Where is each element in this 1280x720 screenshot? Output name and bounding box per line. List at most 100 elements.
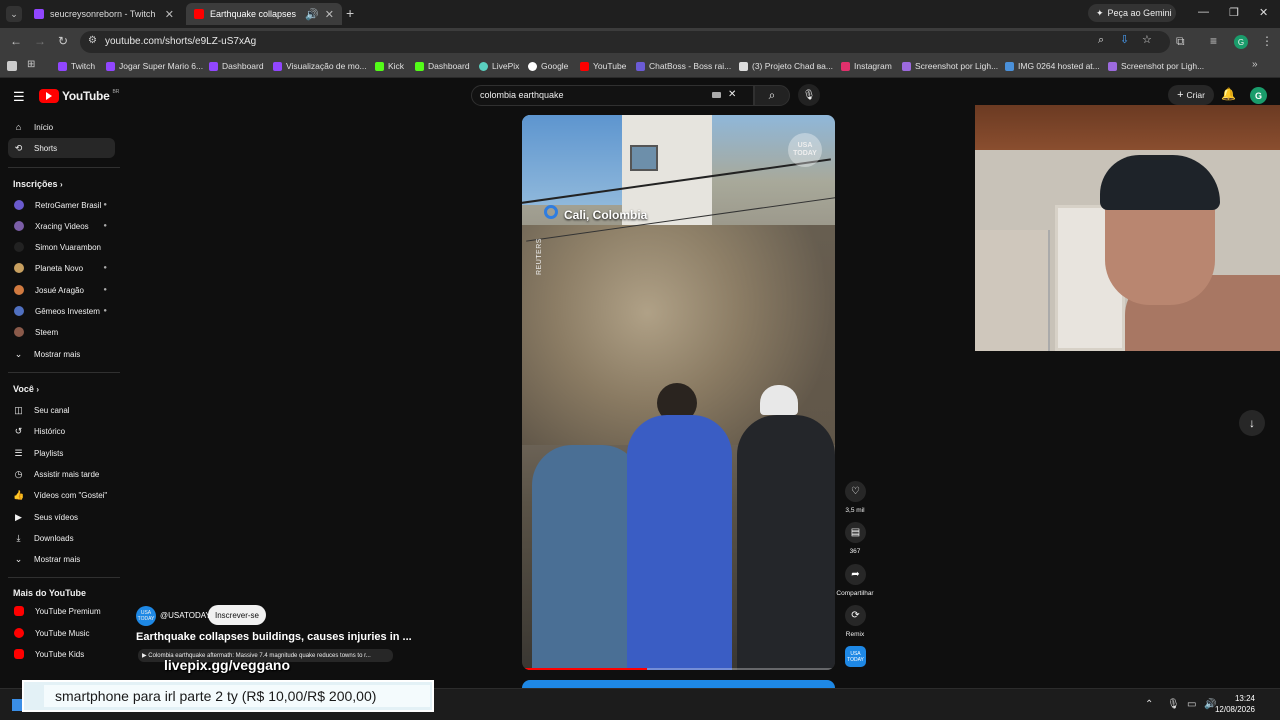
close-tab-icon[interactable]: ✕ xyxy=(325,8,334,21)
tray-chevron-up-icon[interactable]: ⌃ xyxy=(1145,699,1153,710)
tab-groups-icon[interactable] xyxy=(7,61,17,71)
restore-icon[interactable]: ❐ xyxy=(1229,6,1239,19)
sidebar-item-youtube-premium[interactable]: YouTube Premium xyxy=(8,601,115,621)
sidebar-item-label: YouTube Premium xyxy=(35,606,101,616)
audio-playing-icon[interactable]: 🔊 xyxy=(305,8,319,21)
hamburger-menu-icon[interactable]: ☰ xyxy=(13,89,25,105)
short-title[interactable]: Earthquake collapses buildings, causes i… xyxy=(136,631,412,643)
bookmark-item[interactable]: Kick xyxy=(375,61,404,71)
bookmark-item[interactable]: (3) Projeto Chad ва... xyxy=(739,61,833,71)
bookmark-item[interactable]: YouTube xyxy=(580,61,626,71)
create-button[interactable]: + Criar xyxy=(1168,85,1214,105)
sidebar-item-subscription[interactable]: RetroGamer Brasil ● xyxy=(8,195,115,215)
subscribe-button[interactable]: Inscrever-se xyxy=(208,605,266,625)
search-input[interactable]: colombia earthquake ✕ xyxy=(471,85,754,106)
close-window-icon[interactable]: ✕ xyxy=(1259,6,1268,19)
sidebar-item-subscription[interactable]: Xracing Videos ● xyxy=(8,216,115,236)
network-tray-icon[interactable]: ▭ xyxy=(1187,699,1196,710)
sidebar-item-label: Gêmeos Investem xyxy=(35,306,100,316)
site-info-icon[interactable]: ⚙ xyxy=(88,35,97,46)
voice-search-button[interactable]: 🎙 xyxy=(798,84,820,106)
tab-search-dropdown-icon[interactable]: ⌄ xyxy=(6,6,22,22)
keyboard-icon[interactable] xyxy=(712,92,721,98)
notifications-bell-icon[interactable]: 🔔 xyxy=(1221,87,1236,101)
sidebar-item-your-videos[interactable]: ▶ Seus vídeos xyxy=(8,507,115,527)
bookmark-item[interactable]: Instagram xyxy=(841,61,892,71)
microphone-tray-icon[interactable]: 🎙 xyxy=(1167,699,1180,710)
sidebar-item-shorts[interactable]: ⟲ Shorts xyxy=(8,138,115,158)
back-icon[interactable]: ← xyxy=(10,34,22,48)
bookmark-item[interactable]: Google xyxy=(528,61,568,71)
sidebar-item-home[interactable]: ⌂ Início xyxy=(8,117,115,137)
tab-twitch[interactable]: seucreysonreborn - Twitch ✕ xyxy=(26,3,182,25)
account-avatar[interactable]: G xyxy=(1250,87,1267,104)
home-icon: ⌂ xyxy=(15,122,22,132)
channel-handle[interactable]: @USATODAY xyxy=(160,611,211,620)
sidebar-item-label: Playlists xyxy=(34,448,64,458)
sidebar-item-subscription[interactable]: Josué Aragão ● xyxy=(8,280,115,300)
subscriptions-heading[interactable]: Inscrições › xyxy=(13,179,63,189)
bookmark-item[interactable]: ChatBoss - Boss rai... xyxy=(636,61,731,71)
menu-kebab-icon[interactable]: ⋮ xyxy=(1261,34,1273,48)
remix-button[interactable]: ⟳ xyxy=(845,605,866,626)
share-button[interactable]: ➦ xyxy=(845,564,866,585)
url-bar[interactable]: ⚙ youtube.com/shorts/e9LZ-uS7xAg ⌕ ⇩ ☆ xyxy=(80,31,1170,53)
short-video-player[interactable]: Cali, Colombia USA TODAY REUTERS xyxy=(522,115,835,670)
comments-button[interactable]: ▤ xyxy=(845,522,866,543)
reload-icon[interactable]: ↻ xyxy=(58,34,68,48)
sidebar-item-your-channel[interactable]: ◫ Seu canal xyxy=(8,400,115,420)
next-short-button[interactable]: ↓ xyxy=(1239,410,1265,436)
sidebar-item-subscription[interactable]: Simon Vuarambon xyxy=(8,237,115,257)
sidebar-item-downloads[interactable]: ⤓ Downloads xyxy=(8,528,115,548)
channel-avatar[interactable]: USA TODAY xyxy=(136,606,156,626)
gemini-button[interactable]: ✦ Peça ao Gemini xyxy=(1088,4,1176,22)
bookmark-item[interactable]: Twitch xyxy=(58,61,95,71)
sidebar-item-subscription[interactable]: Gêmeos Investem ● xyxy=(8,301,115,321)
bookmark-item[interactable]: LivePix xyxy=(479,61,519,71)
new-tab-icon[interactable]: + xyxy=(346,5,354,21)
show-more-subscriptions[interactable]: ⌄ Mostrar mais xyxy=(8,344,115,364)
bookmark-item[interactable]: Dashboard xyxy=(209,61,264,71)
sidebar-item-playlists[interactable]: ☰ Playlists xyxy=(8,443,115,463)
extensions-icon[interactable]: ⧉ xyxy=(1176,34,1185,49)
channel-thumbnail[interactable]: USA TODAY xyxy=(845,646,866,667)
sidebar-item-youtube-music[interactable]: YouTube Music xyxy=(8,623,115,643)
bookmark-item[interactable]: Screenshot por Ligh... xyxy=(1108,61,1204,71)
you-heading[interactable]: Você › xyxy=(13,384,39,394)
bookmark-item[interactable]: Jogar Super Mario 6... xyxy=(106,61,203,71)
sidebar-item-liked-videos[interactable]: 👍 Vídeos com "Gostei" xyxy=(8,485,115,505)
install-app-icon[interactable]: ⇩ xyxy=(1120,33,1129,46)
sidebar-item-history[interactable]: ↺ Histórico xyxy=(8,421,115,441)
sidebar-item-subscription[interactable]: Steem xyxy=(8,322,115,342)
clear-search-icon[interactable]: ✕ xyxy=(728,89,736,100)
apps-grid-icon[interactable]: ⊞ xyxy=(27,59,35,70)
heading-label: Inscrições xyxy=(13,179,58,189)
media-control-icon[interactable]: ≡ xyxy=(1210,34,1217,48)
bookmark-item[interactable]: IMG 0264 hosted at... xyxy=(1005,61,1100,71)
zoom-icon[interactable]: ⌕ xyxy=(1098,34,1104,47)
profile-avatar[interactable]: G xyxy=(1234,35,1248,49)
search-button[interactable]: ⌕ xyxy=(754,85,790,106)
video-progress-bar[interactable] xyxy=(522,668,835,670)
url-text[interactable]: youtube.com/shorts/e9LZ-uS7xAg xyxy=(105,36,256,47)
bookmark-star-icon[interactable]: ☆ xyxy=(1142,33,1152,46)
bookmark-item[interactable]: Dashboard xyxy=(415,61,470,71)
more-bookmarks-icon[interactable]: » xyxy=(1252,59,1258,70)
bookmark-item[interactable]: Visualização de mo... xyxy=(273,61,367,71)
playlists-icon: ☰ xyxy=(14,447,23,458)
bookmark-favicon-icon xyxy=(375,61,384,71)
sidebar-item-label: Downloads xyxy=(34,533,74,543)
bookmark-item[interactable]: Screenshot por Ligh... xyxy=(902,61,998,71)
sidebar-item-watch-later[interactable]: ◷ Assistir mais tarde xyxy=(8,464,115,484)
tab-youtube-active[interactable]: Earthquake collapses buildi 🔊 ✕ xyxy=(186,3,342,25)
youtube-logo[interactable]: YouTube BR xyxy=(39,89,119,103)
sidebar-item-youtube-kids[interactable]: YouTube Kids xyxy=(8,644,115,664)
minimize-icon[interactable]: — xyxy=(1198,6,1209,18)
like-button[interactable]: ♡ xyxy=(845,481,866,502)
reuters-credit: REUTERS xyxy=(536,238,543,275)
forward-icon[interactable]: → xyxy=(34,34,46,48)
close-tab-icon[interactable]: ✕ xyxy=(165,8,174,21)
sidebar-item-subscription[interactable]: Planeta Novo ● xyxy=(8,258,115,278)
show-more-you[interactable]: ⌄ Mostrar mais xyxy=(8,549,115,569)
taskbar-clock[interactable]: 13:24 12/08/2026 xyxy=(1215,693,1255,715)
